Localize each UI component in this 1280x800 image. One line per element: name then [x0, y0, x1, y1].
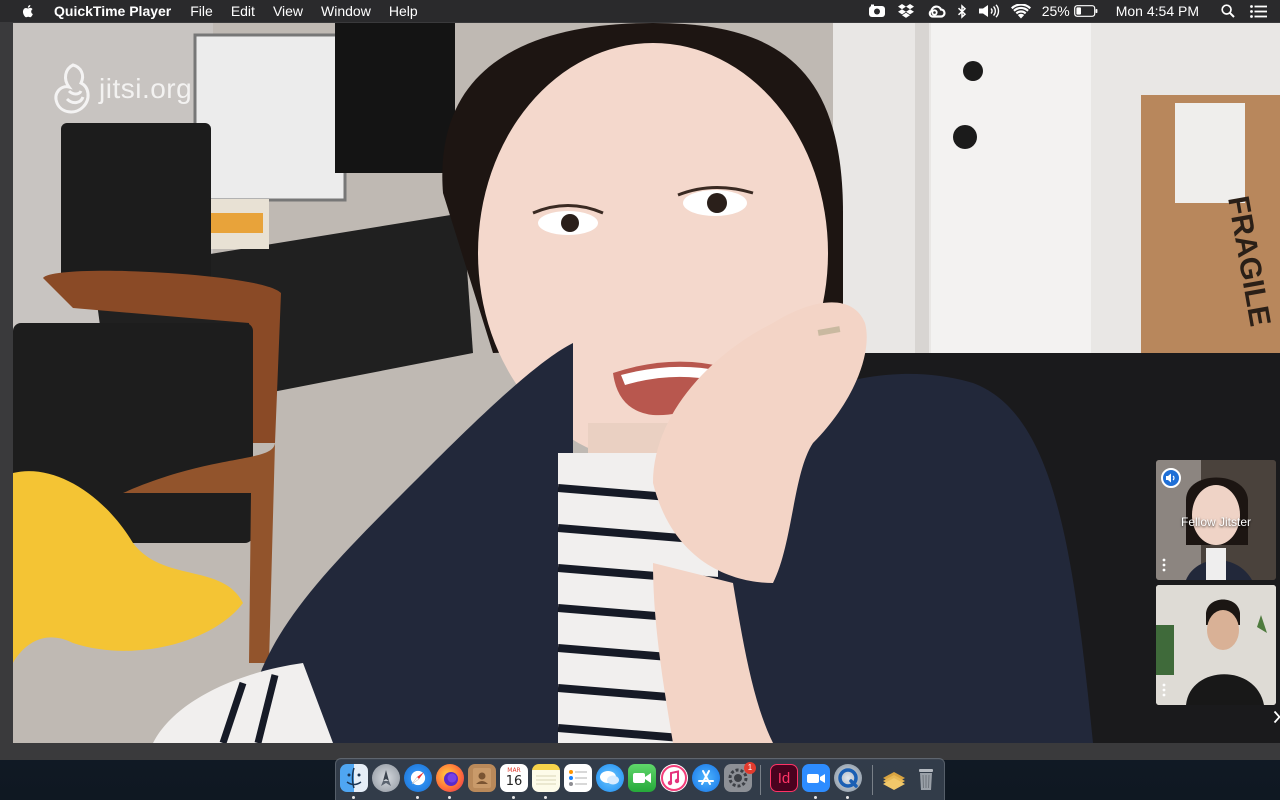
firefox-icon[interactable]	[436, 764, 464, 792]
calendar-icon[interactable]: MAR 16	[500, 764, 528, 792]
battery-percentage[interactable]: 25%	[1042, 0, 1070, 22]
dock-separator	[872, 765, 873, 795]
video-frame-main-participant: FRAGILE	[13, 23, 1280, 743]
filmstrip-toggle-icon[interactable]	[1273, 710, 1280, 724]
participant-video	[1156, 585, 1276, 705]
zoom-icon[interactable]	[802, 764, 830, 792]
dropbox-icon[interactable]	[897, 0, 915, 22]
notification-center-icon[interactable]	[1250, 0, 1267, 22]
participant-thumbnail-fellow-jitster[interactable]: Fellow Jitster	[1156, 460, 1276, 580]
more-options-icon[interactable]	[1161, 558, 1167, 572]
running-indicator	[512, 796, 515, 799]
menu-window[interactable]: Window	[321, 0, 371, 22]
running-indicator	[814, 796, 817, 799]
calendar-day: 16	[505, 774, 523, 789]
calendar-month: MAR	[507, 767, 521, 774]
creative-cloud-icon[interactable]	[926, 0, 946, 22]
launchpad-icon[interactable]	[372, 764, 400, 792]
participant-thumbnail-local[interactable]	[1156, 585, 1276, 705]
spotlight-icon[interactable]	[1221, 0, 1235, 22]
running-indicator	[352, 796, 355, 799]
running-indicator	[544, 796, 547, 799]
quicktime-window[interactable]: FRAGILE jitsi.org Fellow Jitster	[13, 23, 1280, 743]
running-indicator	[448, 796, 451, 799]
screen-record-icon[interactable]	[868, 0, 886, 22]
menu-view[interactable]: View	[273, 0, 303, 22]
finder-icon[interactable]	[340, 764, 368, 792]
quicktime-icon[interactable]	[834, 764, 862, 792]
downloads-stack-icon[interactable]	[880, 764, 908, 792]
participant-name: Fellow Jitster	[1180, 515, 1251, 529]
notification-badge: 1	[744, 762, 756, 774]
menubar-clock[interactable]: Mon 4:54 PM	[1116, 0, 1199, 22]
dock-separator	[760, 765, 761, 795]
messages-icon[interactable]	[596, 764, 624, 792]
itunes-icon[interactable]	[660, 764, 688, 792]
running-indicator	[846, 796, 849, 799]
indesign-label: Id	[777, 769, 791, 787]
jitsi-logo-icon	[54, 63, 90, 114]
menu-help[interactable]: Help	[389, 0, 418, 22]
dock: MAR 16 1 Id	[335, 758, 945, 800]
menu-edit[interactable]: Edit	[231, 0, 255, 22]
reminders-icon[interactable]	[564, 764, 592, 792]
menu-bar: QuickTime Player File Edit View Window H…	[0, 0, 1280, 22]
trash-icon[interactable]	[912, 764, 940, 792]
notes-icon[interactable]	[532, 764, 560, 792]
volume-icon[interactable]	[978, 0, 1000, 22]
jitsi-watermark[interactable]: jitsi.org	[51, 61, 192, 117]
contacts-icon[interactable]	[468, 764, 496, 792]
more-options-icon[interactable]	[1161, 683, 1167, 697]
safari-icon[interactable]	[404, 764, 432, 792]
battery-icon[interactable]	[1073, 0, 1098, 22]
running-indicator	[416, 796, 419, 799]
bluetooth-icon[interactable]	[957, 0, 967, 22]
facetime-icon[interactable]	[628, 764, 656, 792]
app-store-icon[interactable]	[692, 764, 720, 792]
indesign-icon[interactable]: Id	[770, 764, 798, 792]
app-name-menu[interactable]: QuickTime Player	[54, 0, 171, 22]
apple-menu-icon[interactable]	[20, 3, 36, 19]
jitsi-watermark-text: jitsi.org	[99, 73, 193, 104]
dominant-speaker-icon	[1161, 468, 1181, 488]
menu-file[interactable]: File	[190, 0, 213, 22]
wifi-icon[interactable]	[1010, 0, 1031, 22]
